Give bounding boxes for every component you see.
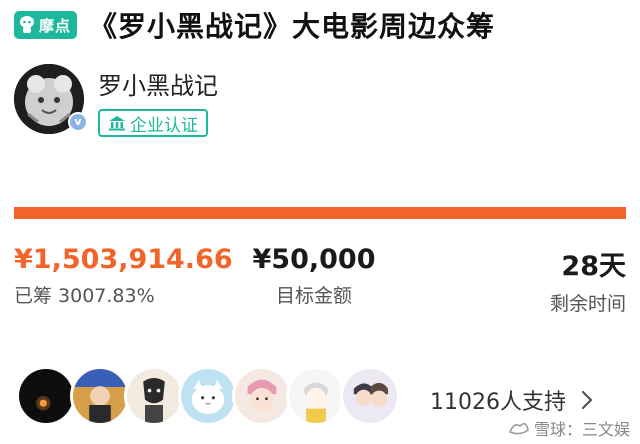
chevron-right-icon[interactable] [580,389,594,411]
supporter-avatar[interactable] [232,366,292,426]
brand-name: 摩点 [39,16,72,35]
brand-icon [20,16,34,33]
creator-info: 罗小黑战记 企业认证 [98,66,218,144]
stat-raised: ¥1,503,914.66 已筹 3007.83% [14,244,233,308]
building-icon [109,116,125,131]
header: 摩点 《罗小黑战记》大电影周边众筹 [14,6,495,44]
supporters-link[interactable]: 11026人支持 [430,384,594,416]
supporter-avatar[interactable] [16,366,76,426]
enterprise-certified-label: 企业认证 [130,115,198,136]
enterprise-certified-badge: 企业认证 [98,109,208,137]
creator-name[interactable]: 罗小黑战记 [98,66,218,101]
funding-progress-fill [14,207,626,219]
supporter-avatar[interactable] [178,366,238,426]
watermark-text: 雪球：三文娱 [533,420,630,439]
raised-amount: ¥1,503,914.66 [14,244,233,275]
watermark: 雪球：三文娱 [508,416,630,440]
goal-label: 目标金额 [275,285,353,307]
supporter-avatar[interactable] [124,366,184,426]
funding-progress-bar [14,207,626,219]
stat-days-left: 28天 剩余时间 [550,244,626,316]
supporter-avatar[interactable] [286,366,346,426]
creator-avatar-wrap[interactable]: v [14,64,88,134]
brand-logo[interactable]: 摩点 [14,11,78,39]
days-left-label: 剩余时间 [549,293,626,315]
project-title: 《罗小黑战记》大电影周边众筹 [89,10,496,43]
funding-stats: ¥1,503,914.66 已筹 3007.83% ¥50,000 目标金额 2… [14,244,626,316]
snowball-icon [508,422,529,435]
goal-amount: ¥50,000 [252,244,376,275]
days-left: 28天 [561,251,626,282]
supporters-count[interactable]: 11026人支持 [430,384,566,416]
supporter-avatar[interactable] [70,366,130,426]
raised-percentage: 已筹 3007.83% [14,285,155,307]
supporter-avatars[interactable] [16,364,400,428]
verified-icon: v [68,112,88,132]
creator-section[interactable]: v 罗小黑战记 企业认证 [14,64,218,144]
stat-goal: ¥50,000 目标金额 [253,244,376,308]
supporter-avatar[interactable] [340,366,400,426]
